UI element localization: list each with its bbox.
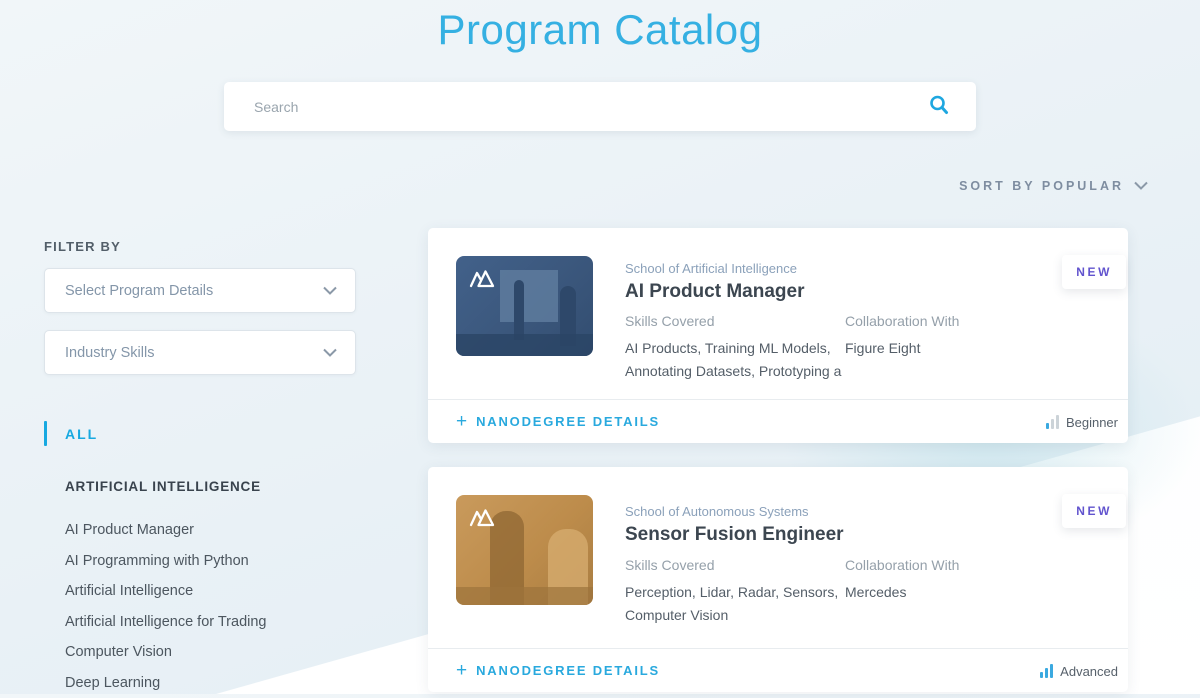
udacity-logo: [469, 269, 496, 293]
skills-covered-label: Skills Covered: [625, 557, 843, 573]
nanodegree-details-label: NANODEGREE DETAILS: [476, 663, 660, 678]
sort-by-control[interactable]: SORT BY POPULAR: [959, 177, 1148, 195]
nanodegree-details-button[interactable]: + NANODEGREE DETAILS: [456, 661, 660, 680]
level-name: Beginner: [1066, 415, 1118, 430]
nanodegree-details-label: NANODEGREE DETAILS: [476, 414, 660, 429]
search-input[interactable]: [224, 99, 920, 115]
search-button[interactable]: [920, 94, 976, 119]
new-badge: NEW: [1062, 494, 1126, 528]
program-title[interactable]: Sensor Fusion Engineer: [625, 524, 844, 546]
program-thumbnail[interactable]: [456, 495, 593, 605]
search-icon: [928, 94, 950, 119]
program-card-sensor-fusion-engineer: School of Autonomous Systems Sensor Fusi…: [428, 467, 1128, 692]
nanodegree-details-button[interactable]: + NANODEGREE DETAILS: [456, 412, 660, 431]
industry-skills-dropdown-label: Industry Skills: [65, 345, 154, 361]
level-bars-icon: [1046, 415, 1059, 429]
industry-skills-dropdown[interactable]: Industry Skills: [44, 330, 356, 375]
skills-covered-value: Perception, Lidar, Radar, Sensors, Compu…: [625, 581, 843, 627]
chevron-down-icon: [323, 344, 337, 362]
sidebar-item-computer-vision[interactable]: Computer Vision: [65, 637, 356, 668]
collaboration-value: Mercedes: [845, 581, 1025, 604]
chevron-down-icon: [1134, 177, 1148, 195]
thumbnail-scene: [500, 270, 558, 322]
collaboration-value: Figure Eight: [845, 337, 1025, 360]
difficulty-level: Advanced: [1040, 663, 1118, 678]
filter-sidebar: FILTER BY Select Program Details Industr…: [44, 239, 356, 698]
sidebar-item-all[interactable]: ALL: [44, 421, 356, 446]
program-card-ai-product-manager: School of Artificial Intelligence AI Pro…: [428, 228, 1128, 443]
sidebar-item-ai-product-manager[interactable]: AI Product Manager: [65, 515, 356, 546]
search-bar[interactable]: [224, 82, 976, 131]
sidebar-item-artificial-intelligence-for-trading[interactable]: Artificial Intelligence for Trading: [65, 607, 356, 638]
program-school[interactable]: School of Artificial Intelligence: [625, 261, 797, 276]
sidebar-program-list: AI Product Manager AI Programming with P…: [65, 515, 356, 698]
sidebar-item-all-label: ALL: [65, 426, 98, 442]
filter-by-heading: FILTER BY: [44, 239, 356, 254]
collaboration: Collaboration With Figure Eight: [845, 313, 1025, 360]
sidebar-category-artificial-intelligence[interactable]: ARTIFICIAL INTELLIGENCE: [65, 479, 356, 494]
skills-covered: Skills Covered Perception, Lidar, Radar,…: [625, 557, 843, 627]
skills-covered-value: AI Products, Training ML Models, Annotat…: [625, 337, 843, 383]
page-title: Program Catalog: [0, 6, 1200, 54]
skills-covered: Skills Covered AI Products, Training ML …: [625, 313, 843, 383]
program-school[interactable]: School of Autonomous Systems: [625, 504, 809, 519]
active-filter-bar: [44, 421, 47, 446]
sort-by-label: SORT BY POPULAR: [959, 179, 1124, 193]
collaboration: Collaboration With Mercedes: [845, 557, 1025, 604]
chevron-down-icon: [323, 282, 337, 300]
program-thumbnail[interactable]: [456, 256, 593, 356]
sidebar-item-artificial-intelligence[interactable]: Artificial Intelligence: [65, 576, 356, 607]
card-footer: + NANODEGREE DETAILS Advanced: [428, 648, 1128, 692]
level-bars-icon: [1040, 664, 1053, 678]
plus-icon: +: [456, 661, 467, 680]
collaboration-label: Collaboration With: [845, 557, 1025, 573]
program-details-dropdown-label: Select Program Details: [65, 283, 213, 299]
plus-icon: +: [456, 412, 467, 431]
skills-covered-label: Skills Covered: [625, 313, 843, 329]
level-name: Advanced: [1060, 664, 1118, 679]
sidebar-item-ai-programming-with-python[interactable]: AI Programming with Python: [65, 546, 356, 577]
program-details-dropdown[interactable]: Select Program Details: [44, 268, 356, 313]
udacity-logo: [469, 508, 496, 532]
collaboration-label: Collaboration With: [845, 313, 1025, 329]
card-footer: + NANODEGREE DETAILS Beginner: [428, 399, 1128, 443]
new-badge: NEW: [1062, 255, 1126, 289]
sidebar-item-deep-learning[interactable]: Deep Learning: [65, 668, 356, 698]
program-title[interactable]: AI Product Manager: [625, 281, 804, 303]
difficulty-level: Beginner: [1046, 414, 1118, 429]
program-card-list: School of Artificial Intelligence AI Pro…: [428, 228, 1128, 692]
